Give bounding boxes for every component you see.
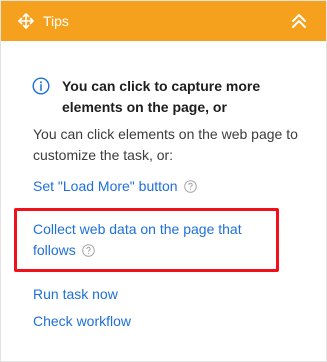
- move-arrows-icon[interactable]: [18, 13, 34, 29]
- help-icon[interactable]: [81, 244, 95, 257]
- run-task-row: Run task now: [33, 284, 118, 305]
- tips-description: You can click elements on the web page t…: [33, 126, 298, 163]
- collect-web-data-link[interactable]: Collect web data on the page that follow…: [33, 221, 242, 258]
- load-more-row: Set "Load More" button: [33, 176, 197, 197]
- tips-panel: Tips You can click to capture more eleme…: [0, 0, 327, 362]
- double-chevron-up-icon[interactable]: [289, 12, 309, 30]
- tips-header: Tips: [1, 1, 326, 41]
- tips-title: Tips: [43, 13, 69, 29]
- check-workflow-row: Check workflow: [33, 311, 131, 332]
- info-circle-icon: [32, 77, 50, 95]
- collect-data-row: Collect web data on the page that follow…: [33, 219, 273, 261]
- set-load-more-link[interactable]: Set "Load More" button: [33, 178, 178, 194]
- help-icon[interactable]: [183, 180, 197, 193]
- check-workflow-link[interactable]: Check workflow: [33, 313, 131, 329]
- tips-heading: You can click to capture more elements o…: [62, 78, 261, 115]
- run-task-now-link[interactable]: Run task now: [33, 286, 118, 302]
